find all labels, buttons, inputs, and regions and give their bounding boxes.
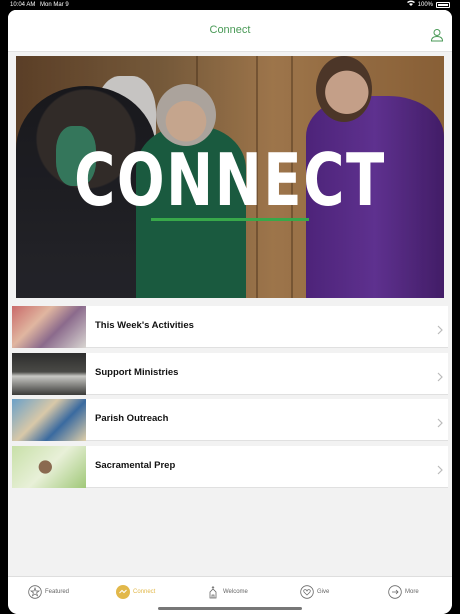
- menu-item-label: Support Ministries: [95, 366, 179, 378]
- chevron-right-icon: [436, 369, 444, 381]
- hero-banner: CONNECT: [16, 56, 444, 298]
- chevron-right-icon: [436, 415, 444, 428]
- battery-icon: [436, 2, 450, 8]
- sacramental-prep-thumbnail: [12, 445, 86, 488]
- connect-icon: [116, 585, 130, 599]
- tab-welcome[interactable]: Welcome: [206, 581, 248, 603]
- menu-list: This Week's Activities Support Ministrie…: [12, 306, 448, 492]
- activities-thumbnail: [12, 306, 86, 348]
- battery-percent: 100%: [417, 2, 433, 8]
- menu-item-support-ministries[interactable]: Support Ministries: [12, 352, 448, 395]
- tab-label: Give: [317, 589, 330, 595]
- tab-featured[interactable]: Featured: [28, 581, 69, 603]
- hero-title: CONNECT: [74, 138, 386, 222]
- support-ministries-thumbnail: [12, 352, 86, 395]
- church-icon: [206, 585, 220, 599]
- tab-connect[interactable]: Connect: [116, 581, 155, 603]
- status-date: Mon Mar 9: [40, 2, 69, 8]
- chevron-right-icon: [436, 322, 444, 335]
- status-bar: 10:04 AM Mon Mar 9 100%: [0, 0, 460, 10]
- menu-item-sacramental-prep[interactable]: Sacramental Prep: [12, 445, 448, 488]
- tab-label: Welcome: [223, 589, 248, 595]
- tab-label: More: [405, 589, 419, 595]
- home-indicator[interactable]: [158, 607, 302, 610]
- arrow-icon: [388, 585, 402, 599]
- menu-item-parish-outreach[interactable]: Parish Outreach: [12, 399, 448, 441]
- tab-label: Featured: [45, 589, 70, 595]
- tab-give[interactable]: Give: [300, 581, 329, 603]
- star-icon: [28, 585, 42, 599]
- heart-icon: [300, 585, 314, 599]
- status-time: 10:04 AM: [10, 2, 36, 8]
- page-title: Connect: [209, 24, 251, 36]
- menu-item-label: This Week's Activities: [95, 320, 194, 331]
- menu-item-label: Sacramental Prep: [95, 459, 176, 471]
- tab-bar: Featured Connect Welcome Give More: [8, 576, 452, 614]
- tab-more[interactable]: More: [388, 581, 419, 603]
- parish-outreach-thumbnail: [12, 399, 86, 441]
- wifi-icon: [406, 0, 415, 10]
- hero-underline: [151, 218, 309, 221]
- menu-item-label: Parish Outreach: [95, 413, 169, 424]
- status-right: 100%: [406, 0, 450, 10]
- menu-item-activities[interactable]: This Week's Activities: [12, 306, 448, 348]
- app-screen: Connect CONNECT This Week's Activities S…: [8, 10, 452, 614]
- navigation-bar: Connect: [8, 10, 452, 52]
- chevron-right-icon: [436, 462, 444, 474]
- tab-label: Connect: [133, 589, 156, 595]
- profile-icon[interactable]: [430, 28, 444, 42]
